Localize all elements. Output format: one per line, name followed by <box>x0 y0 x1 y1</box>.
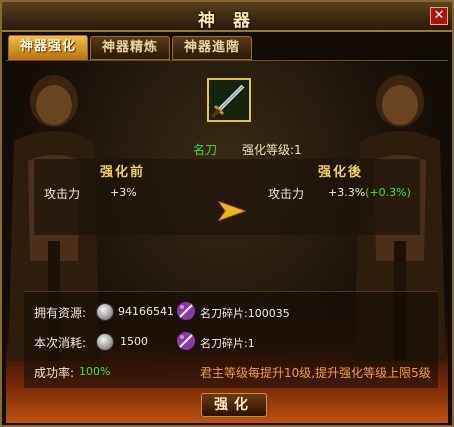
before-stat-label: 攻击力 <box>44 187 81 201</box>
after-heading: 强化後 <box>318 165 364 180</box>
artifact-window: 神 器 ✕ 神器强化 神器精炼 神器進階 名刀 强化等级:1 强化前 攻击力 +… <box>0 0 454 427</box>
cost-label: 本次消耗: <box>34 336 87 350</box>
silver-coin-icon <box>96 303 114 321</box>
level-cap-notice: 君主等级每提升10级,提升强化等级上限5级 <box>200 366 431 380</box>
after-stat-bonus: (+0.3%) <box>365 186 411 199</box>
comparison-panel: 强化前 攻击力 +3% 强化後 攻击力 +3.3%(+0.3%) <box>34 159 420 235</box>
arrow-right-icon <box>218 201 246 221</box>
title-bar: 神 器 ✕ <box>2 2 452 32</box>
fragment-icon <box>177 332 195 350</box>
silver-coin-icon <box>96 333 114 351</box>
sword-icon <box>209 80 249 120</box>
enhance-level: 强化等级:1 <box>242 143 302 157</box>
fragment-icon <box>177 302 195 320</box>
cost-fragment: 名刀碎片:1 <box>200 337 255 350</box>
after-stat-line: +3.3%(+0.3%) <box>328 186 411 199</box>
enhance-button[interactable]: 强化 <box>201 393 267 417</box>
tab-refine[interactable]: 神器精炼 <box>90 36 170 60</box>
artifact-slot[interactable] <box>207 78 251 122</box>
owned-silver: 94166541 <box>118 305 174 318</box>
window-title: 神 器 <box>198 11 256 31</box>
tab-advance[interactable]: 神器進階 <box>172 36 252 60</box>
after-stat-label: 攻击力 <box>268 187 305 201</box>
owned-fragment: 名刀碎片:100035 <box>200 307 290 320</box>
owned-label: 拥有资源: <box>34 306 87 320</box>
tab-enhance[interactable]: 神器强化 <box>8 35 88 61</box>
resource-panel: 拥有资源: 94166541 名刀碎片:100035 本次消耗: 1500 名刀… <box>24 291 438 388</box>
success-rate-value: 100% <box>79 365 111 378</box>
artifact-name: 名刀 <box>193 143 218 157</box>
content-area: 名刀 强化等级:1 强化前 攻击力 +3% 强化後 攻击力 +3.3%(+0.3… <box>6 60 448 423</box>
after-stat-value: +3.3% <box>328 186 366 199</box>
success-rate-label: 成功率: <box>34 366 75 380</box>
before-stat-value: +3% <box>110 186 137 199</box>
before-heading: 强化前 <box>100 165 146 180</box>
close-button[interactable]: ✕ <box>430 7 448 25</box>
cost-silver: 1500 <box>120 335 148 348</box>
